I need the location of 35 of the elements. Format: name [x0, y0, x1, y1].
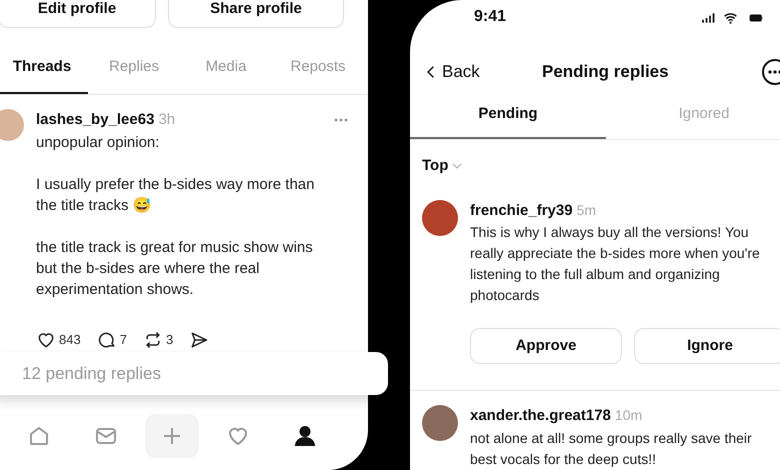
- timestamp: 3h: [158, 110, 176, 130]
- profile-tab[interactable]: Threads: [0, 43, 88, 94]
- sort-dropdown[interactable]: Top: [422, 155, 464, 178]
- status-time: 9:41: [474, 7, 506, 27]
- reply-button[interactable]: 7: [96, 330, 127, 350]
- wifi-icon: [722, 11, 739, 25]
- share-profile-button[interactable]: Share profile: [168, 0, 344, 28]
- username: lashes_by_lee63: [36, 110, 154, 130]
- back-button[interactable]: Back: [424, 59, 534, 85]
- reply-text: not alone at all! some groups really save their best vocals for the deep cuts!!: [470, 428, 753, 469]
- avatar: [422, 200, 458, 236]
- nav-create-button[interactable]: [144, 414, 199, 458]
- like-button[interactable]: 843: [36, 330, 81, 350]
- send-icon: [189, 330, 210, 350]
- screen-title: Pending replies: [542, 61, 669, 84]
- avatar: [0, 109, 24, 141]
- timestamp: 10m: [614, 406, 642, 425]
- timestamp: 5m: [576, 200, 596, 220]
- ignore-button[interactable]: Ignore: [634, 328, 780, 364]
- more-icon: [334, 118, 348, 122]
- post-text: I usually prefer the b-sides way more than the title tracks 😅: [36, 174, 316, 216]
- ellipsis-icon: [768, 70, 780, 74]
- pending-tab[interactable]: Pending: [410, 92, 606, 139]
- approve-button[interactable]: Approve: [470, 328, 622, 364]
- share-button[interactable]: [189, 330, 210, 350]
- post-text: unpopular opinion:: [36, 132, 160, 152]
- signal-icon: [699, 11, 717, 25]
- reply-text: This is why I always buy all the versions! You really appreciate the b-sides more when you're listening to the full album and organizing photocards: [470, 223, 761, 305]
- post-text: the title track is great for music show wins but the b-sides are where the real experimentation shows.: [36, 238, 314, 300]
- repost-button[interactable]: 3: [142, 330, 174, 350]
- edit-profile-button[interactable]: Edit profile: [0, 0, 156, 28]
- username: frenchie_fry39: [470, 200, 573, 220]
- avatar: [422, 405, 458, 441]
- speech-bubble-icon: [96, 330, 117, 350]
- username: xander.the.great178: [470, 406, 611, 426]
